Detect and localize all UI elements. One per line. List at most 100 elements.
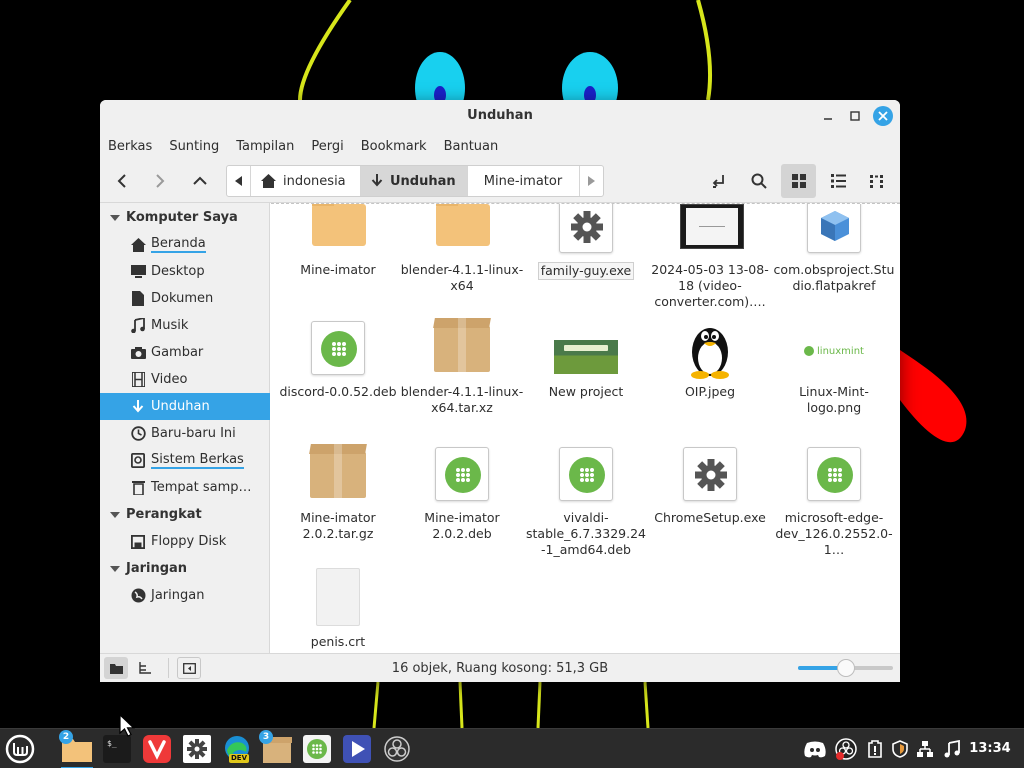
hide-sidebar-button[interactable] bbox=[177, 657, 201, 679]
archive-box-icon bbox=[430, 316, 494, 380]
taskbar-package-installer[interactable] bbox=[299, 732, 335, 766]
sidebar-section-devices[interactable]: Perangkat bbox=[100, 501, 270, 528]
sidebar-item-floppy[interactable]: Floppy Disk bbox=[100, 528, 270, 555]
file-item-folder[interactable]: Mine-imator bbox=[276, 204, 400, 278]
sound-tray-icon[interactable] bbox=[940, 737, 964, 761]
close-icon bbox=[878, 111, 888, 121]
sidebar-item-gambar[interactable]: Gambar bbox=[100, 339, 270, 366]
path-bar: indonesia Unduhan Mine-imator bbox=[226, 165, 604, 197]
menu-tampilan[interactable]: Tampilan bbox=[236, 139, 294, 154]
file-item-flatpakref[interactable]: com.obsproject.Studio.flatpakref bbox=[772, 204, 896, 294]
sidebar-section-label: Jaringan bbox=[126, 561, 188, 576]
taskbar-media-player[interactable] bbox=[339, 732, 375, 766]
toggle-location-button[interactable] bbox=[706, 164, 732, 198]
sidebar-item-dokumen[interactable]: Dokumen bbox=[100, 285, 270, 312]
folder-icon bbox=[430, 204, 494, 258]
sidebar-item-recent[interactable]: Baru-baru Ini bbox=[100, 420, 270, 447]
dev-label: DEV bbox=[229, 754, 250, 763]
file-item-archive[interactable]: Mine-imator 2.0.2.tar.gz bbox=[276, 442, 400, 542]
sidebar-item-musik[interactable]: Musik bbox=[100, 312, 270, 339]
compact-view-icon bbox=[870, 175, 883, 188]
minimize-icon bbox=[824, 118, 832, 120]
up-button[interactable] bbox=[186, 164, 214, 198]
sidebar-item-unduhan[interactable]: Unduhan bbox=[100, 393, 270, 420]
collapse-triangle-icon bbox=[110, 214, 120, 221]
file-item-archive[interactable]: blender-4.1.1-linux-x64.tar.xz bbox=[400, 316, 524, 416]
breadcrumb-current[interactable]: Unduhan bbox=[361, 166, 468, 196]
file-item-deb[interactable]: microsoft-edge-dev_126.0.2552.0-1… bbox=[772, 442, 896, 558]
compact-view-button[interactable] bbox=[863, 164, 891, 198]
show-treeview-button[interactable] bbox=[133, 657, 157, 679]
status-text: 16 objek, Ruang kosong: 51,3 GB bbox=[391, 661, 609, 676]
menu-pergi[interactable]: Pergi bbox=[311, 139, 343, 154]
file-item-exe[interactable]: ChromeSetup.exe bbox=[648, 442, 772, 526]
file-item-image[interactable]: linuxmint Linux-Mint-logo.png bbox=[772, 316, 896, 416]
status-divider bbox=[168, 658, 169, 678]
file-item-video[interactable]: 2024-05-03 13-08-18 (video-converter.com… bbox=[648, 204, 772, 310]
sidebar-item-trash[interactable]: Tempat samp… bbox=[100, 474, 270, 501]
network-tray-icon[interactable] bbox=[913, 737, 937, 761]
file-item-name: vivaldi-stable_6.7.3329.24-1_amd64.deb bbox=[526, 510, 646, 557]
path-scroll-right[interactable] bbox=[579, 166, 603, 196]
file-item-deb[interactable]: vivaldi-stable_6.7.3329.24-1_amd64.deb bbox=[524, 442, 648, 558]
maximize-button[interactable] bbox=[845, 106, 865, 126]
update-manager-tray-icon[interactable] bbox=[863, 737, 887, 761]
taskbar-archive-manager[interactable]: 3 bbox=[259, 730, 295, 766]
taskbar-settings[interactable] bbox=[179, 732, 215, 766]
mint-menu-button[interactable] bbox=[2, 732, 38, 766]
shield-tray-icon[interactable] bbox=[888, 737, 912, 761]
zoom-slider[interactable] bbox=[798, 659, 893, 677]
breadcrumb-home[interactable]: indonesia bbox=[251, 166, 361, 196]
tree-icon bbox=[138, 662, 151, 674]
triangle-right-icon bbox=[587, 176, 595, 186]
taskbar-obs[interactable] bbox=[379, 732, 415, 766]
back-button[interactable] bbox=[108, 164, 136, 198]
sidebar-item-filesystem[interactable]: Sistem Berkas bbox=[100, 447, 270, 474]
file-item-image[interactable]: New project bbox=[524, 316, 648, 400]
icon-view-button[interactable] bbox=[781, 164, 816, 198]
sidebar-section-network[interactable]: Jaringan bbox=[100, 555, 270, 582]
taskbar-edge-dev[interactable]: DEV bbox=[219, 732, 255, 766]
drive-icon bbox=[130, 453, 146, 469]
path-scroll-left[interactable] bbox=[227, 166, 251, 196]
terminal-icon: $_ bbox=[103, 735, 131, 763]
file-item-folder[interactable]: blender-4.1.1-linux-x64 bbox=[400, 204, 524, 294]
list-view-button[interactable] bbox=[824, 164, 852, 198]
title-bar[interactable]: Unduhan bbox=[100, 100, 900, 132]
sidebar-item-video[interactable]: Video bbox=[100, 366, 270, 393]
discord-tray-icon[interactable] bbox=[803, 737, 827, 761]
file-item-deb[interactable]: Mine-imator 2.0.2.deb bbox=[400, 442, 524, 542]
flatpak-icon bbox=[802, 204, 866, 258]
taskbar-vivaldi[interactable] bbox=[139, 732, 175, 766]
sidebar-section-computer[interactable]: Komputer Saya bbox=[100, 204, 270, 231]
zoom-slider-knob[interactable] bbox=[836, 659, 855, 677]
sidebar-item-desktop[interactable]: Desktop bbox=[100, 258, 270, 285]
sidebar-item-network[interactable]: Jaringan bbox=[100, 582, 270, 609]
obs-tray-icon[interactable] bbox=[834, 737, 858, 761]
sidebar-item-beranda[interactable]: Beranda bbox=[100, 231, 270, 258]
file-item-exe[interactable]: family-guy.exe bbox=[524, 204, 648, 280]
clock[interactable]: 13:34 bbox=[965, 729, 1015, 768]
file-item-name: OIP.jpeg bbox=[684, 384, 736, 399]
search-button[interactable] bbox=[746, 164, 772, 198]
file-item-deb[interactable]: discord-0.0.52.deb bbox=[276, 316, 400, 400]
close-button[interactable] bbox=[873, 106, 893, 126]
file-item-name: Mine-imator bbox=[300, 262, 376, 277]
forward-button[interactable] bbox=[146, 164, 174, 198]
deb-package-icon bbox=[554, 442, 618, 506]
file-item-name: discord-0.0.52.deb bbox=[279, 384, 397, 399]
file-item-document[interactable]: penis.crt bbox=[276, 566, 400, 650]
menu-bookmark[interactable]: Bookmark bbox=[361, 139, 427, 154]
gear-icon bbox=[554, 204, 618, 258]
taskbar-files[interactable]: 2 bbox=[59, 730, 95, 768]
floppy-icon bbox=[130, 534, 146, 550]
file-item-image[interactable]: OIP.jpeg bbox=[648, 316, 772, 400]
show-places-button[interactable] bbox=[104, 657, 128, 679]
menu-sunting[interactable]: Sunting bbox=[169, 139, 219, 154]
file-item-name: penis.crt bbox=[310, 634, 366, 649]
menu-berkas[interactable]: Berkas bbox=[108, 139, 152, 154]
minimize-button[interactable] bbox=[818, 106, 838, 126]
menu-bantuan[interactable]: Bantuan bbox=[444, 139, 499, 154]
breadcrumb-next[interactable]: Mine-imator bbox=[468, 166, 578, 196]
play-icon bbox=[343, 735, 371, 763]
